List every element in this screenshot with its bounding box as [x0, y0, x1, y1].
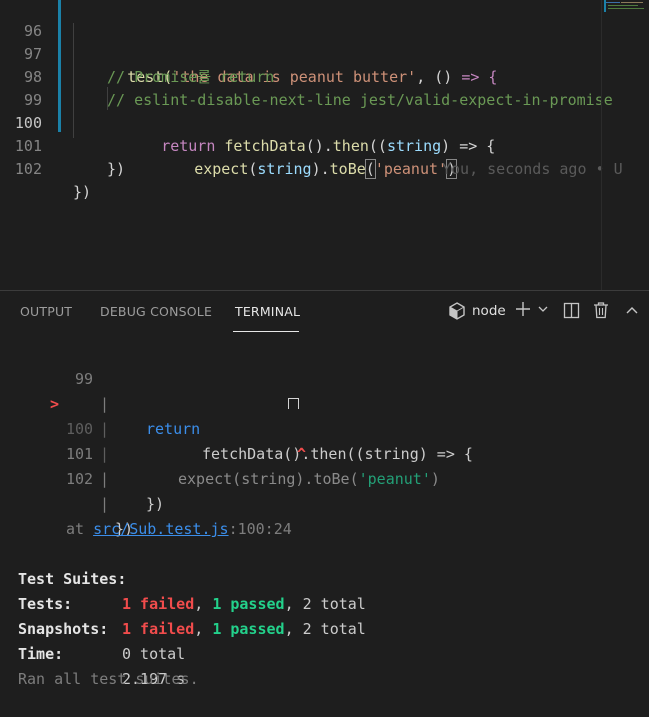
split-icon[interactable]	[563, 302, 580, 323]
code-line: 97 // Promise를 return	[0, 20, 600, 86]
tab-debug-console[interactable]: DEBUG CONSOLE	[100, 304, 212, 319]
terminal-line: 99 | return fetchData().then((string) =>…	[0, 342, 649, 463]
code-text: })	[73, 183, 92, 201]
terminal-line: | ^	[0, 392, 649, 463]
terminal-line: 101 | })	[0, 417, 649, 513]
parameter: string	[257, 160, 312, 178]
code-line: 96 test('the data is peanut butter', () …	[0, 0, 600, 86]
stack-trace-line: at src/Sub.test.js:100:24	[0, 492, 649, 538]
code-frame-line-number: 102	[66, 470, 94, 488]
minimap-border	[601, 0, 602, 290]
code-text: })	[107, 160, 126, 178]
terminal-line: 102 | })	[0, 442, 649, 538]
string-literal: 'peanut'	[374, 160, 448, 178]
trash-icon[interactable]	[593, 301, 609, 323]
tab-output[interactable]: OUTPUT	[20, 304, 72, 319]
code-line: 98 // eslint-disable-next-line jest/vali…	[0, 43, 613, 109]
code-frame-separator: |	[100, 470, 110, 488]
function-name: toBe	[329, 160, 366, 178]
code-line: 101 })	[0, 112, 600, 178]
plus-icon[interactable]	[514, 300, 532, 322]
code-editor[interactable]: 96 test('the data is peanut butter', () …	[0, 0, 649, 290]
stack-trace-file-link[interactable]: src/Sub.test.js	[93, 520, 228, 538]
matched-bracket: (	[364, 159, 376, 179]
punctuation: ).	[311, 160, 330, 178]
active-tab-indicator	[233, 331, 299, 332]
terminal-shell-label[interactable]: node	[472, 303, 506, 319]
summary-time: Time: 2.197 s	[0, 617, 649, 688]
summary-snapshots: Snapshots: 0 total	[0, 592, 649, 663]
chevron-up-icon[interactable]	[625, 304, 639, 320]
summary-test-suites: Test Suites: 1 failed, 1 passed, 2 total	[0, 542, 649, 613]
git-blame-annotation: You, seconds ago • U	[442, 160, 623, 178]
code-line: 102 })	[0, 135, 600, 201]
code-frame-code: )	[430, 470, 440, 488]
terminal-line: > 100 | expect(string).toBe('peanut')	[0, 367, 649, 488]
tab-terminal[interactable]: TERMINAL	[235, 304, 300, 319]
node-icon	[449, 302, 465, 324]
code-frame-string: 'peanut'	[358, 470, 431, 488]
function-name: expect	[194, 160, 249, 178]
ran-all-message: Ran all test suites.	[0, 642, 649, 688]
code-line-active[interactable]: 100 expect(string).toBe('peanut') You, s…	[0, 89, 623, 179]
chevron-down-icon[interactable]	[537, 303, 549, 319]
ran-all-text: Ran all test suites.	[18, 670, 199, 688]
summary-tests: Tests: 1 failed, 1 passed, 2 total	[0, 567, 649, 638]
code-frame-code: expect(string).toBe(	[178, 470, 359, 488]
stack-trace-location: :100:24	[228, 520, 292, 538]
minimap[interactable]	[604, 0, 649, 14]
line-number: 102	[14, 160, 42, 178]
stack-trace-prefix: at	[66, 520, 94, 538]
code-line: 99 return fetchData().then((string) => {	[0, 66, 600, 155]
terminal-cursor	[288, 398, 299, 409]
